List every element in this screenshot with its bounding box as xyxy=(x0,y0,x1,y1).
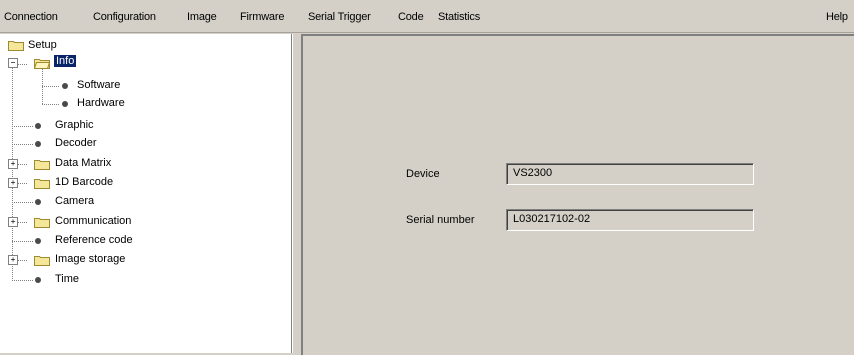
menu-connection[interactable]: Connection xyxy=(4,11,58,23)
device-value: VS2300 xyxy=(513,167,553,179)
tree-label-communication: Communication xyxy=(55,215,132,227)
tree-label-time: Time xyxy=(55,273,80,285)
tree-label-graphic: Graphic xyxy=(55,119,94,131)
tree-item-info[interactable]: − Info xyxy=(0,54,200,72)
tree-label-camera: Camera xyxy=(55,195,95,207)
leaf-bullet-icon xyxy=(35,123,41,129)
leaf-bullet-icon xyxy=(35,238,41,244)
folder-icon xyxy=(34,160,50,170)
menu-help[interactable]: Help xyxy=(826,11,848,23)
menu-code[interactable]: Code xyxy=(398,11,424,23)
tree-item-communication[interactable]: + Communication xyxy=(0,213,200,231)
tree-item-decoder[interactable]: Decoder xyxy=(0,135,200,153)
leaf-bullet-icon xyxy=(35,277,41,283)
setup-tree-panel: Setup − Info Software Hardware Graphic D… xyxy=(0,34,292,353)
folder-icon xyxy=(34,218,50,228)
open-folder-icon xyxy=(34,59,50,69)
menu-bar: Connection Configuration Image Firmware … xyxy=(0,0,854,33)
tree-label-setup: Setup xyxy=(28,39,57,51)
tree-label-data-matrix: Data Matrix xyxy=(55,157,112,169)
leaf-bullet-icon xyxy=(35,141,41,147)
tree-label-info: Info xyxy=(54,55,77,67)
tree-item-image-storage[interactable]: + Image storage xyxy=(0,251,200,269)
leaf-bullet-icon xyxy=(62,101,68,107)
menu-configuration[interactable]: Configuration xyxy=(93,11,156,23)
tree-item-data-matrix[interactable]: + Data Matrix xyxy=(0,155,200,173)
expand-icon[interactable]: + xyxy=(8,178,18,188)
device-label: Device xyxy=(406,168,440,180)
collapse-icon[interactable]: − xyxy=(8,58,18,68)
expand-icon[interactable]: + xyxy=(8,159,18,169)
tree-item-1d-barcode[interactable]: + 1D Barcode xyxy=(0,174,200,192)
serial-number-value: L030217102-02 xyxy=(513,213,591,225)
serial-number-field: L030217102-02 xyxy=(506,209,754,231)
folder-icon xyxy=(34,256,50,266)
device-field: VS2300 xyxy=(506,163,754,185)
tree-label-reference-code: Reference code xyxy=(55,234,133,246)
leaf-bullet-icon xyxy=(62,83,68,89)
tree-label-1d-barcode: 1D Barcode xyxy=(55,176,114,188)
tree-label-hardware: Hardware xyxy=(77,97,125,109)
tree-item-software[interactable]: Software xyxy=(0,77,200,95)
serial-number-label: Serial number xyxy=(406,214,475,226)
tree-label-software: Software xyxy=(77,79,121,91)
folder-icon xyxy=(8,41,24,51)
info-content-panel: Device VS2300 Serial number L030217102-0… xyxy=(301,34,854,355)
menu-serial-trigger[interactable]: Serial Trigger xyxy=(308,11,371,23)
menu-image[interactable]: Image xyxy=(187,11,217,23)
tree-item-graphic[interactable]: Graphic xyxy=(0,117,200,135)
menu-firmware[interactable]: Firmware xyxy=(240,11,284,23)
tree-label-image-storage: Image storage xyxy=(55,253,126,265)
tree-item-camera[interactable]: Camera xyxy=(0,193,200,211)
folder-icon xyxy=(34,179,50,189)
expand-icon[interactable]: + xyxy=(8,217,18,227)
tree-label-decoder: Decoder xyxy=(55,137,97,149)
tree-item-hardware[interactable]: Hardware xyxy=(0,95,200,113)
leaf-bullet-icon xyxy=(35,199,41,205)
tree-item-reference-code[interactable]: Reference code xyxy=(0,232,200,250)
tree-item-time[interactable]: Time xyxy=(0,271,200,289)
menu-statistics[interactable]: Statistics xyxy=(438,11,480,23)
expand-icon[interactable]: + xyxy=(8,255,18,265)
